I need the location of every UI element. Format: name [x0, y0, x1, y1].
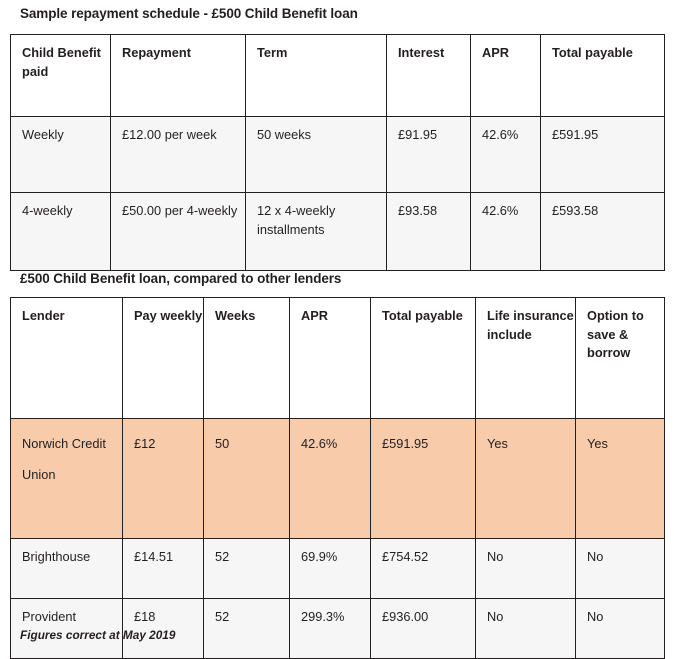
comparison-col-total-payable: Total payable — [370, 297, 476, 419]
schedule-col-term: Term — [245, 34, 387, 117]
schedule-col-total-payable: Total payable — [540, 34, 665, 117]
comparison-col-weeks: Weeks — [203, 297, 290, 419]
cell-weeks: 50 — [203, 418, 290, 539]
page-root: Sample repayment schedule - £500 Child B… — [0, 0, 674, 659]
repayment-schedule-table: Child Benefit paid Repayment Term Intere… — [10, 34, 665, 271]
schedule-table-body: Weekly £12.00 per week 50 weeks £91.95 4… — [10, 116, 665, 271]
comparison-table-title: £500 Child Benefit loan, compared to oth… — [20, 271, 342, 286]
comparison-header-row: Lender Pay weekly Weeks APR Total payabl… — [10, 297, 665, 419]
comparison-col-pay-weekly: Pay weekly — [122, 297, 204, 419]
table-row: Weekly £12.00 per week 50 weeks £91.95 4… — [10, 116, 665, 193]
comparison-col-lender: Lender — [10, 297, 123, 419]
cell-apr: 42.6% — [470, 192, 541, 271]
cell-lender: Brighthouse — [22, 549, 91, 564]
schedule-col-child-benefit-paid: Child Benefit paid — [10, 34, 111, 117]
schedule-col-interest: Interest — [386, 34, 471, 117]
cell-term: 50 weeks — [245, 116, 387, 193]
comparison-table-head: Lender Pay weekly Weeks APR Total payabl… — [10, 297, 665, 419]
cell-lender: Norwich Credit Union — [22, 436, 106, 483]
cell-apr: 42.6% — [289, 418, 371, 539]
lender-comparison-table: Lender Pay weekly Weeks APR Total payabl… — [10, 297, 665, 659]
cell-interest: £93.58 — [386, 192, 471, 271]
cell-child-benefit-paid: 4-weekly — [22, 203, 73, 218]
comparison-col-save-and-borrow: Option to save & borrow — [575, 297, 665, 419]
cell-life-insurance: No — [475, 538, 576, 599]
cell-total-payable: £591.95 — [540, 116, 665, 193]
cell-total-payable: £593.58 — [540, 192, 665, 271]
cell-save-and-borrow: No — [575, 538, 665, 599]
table-row: Brighthouse £14.51 52 69.9% £754.52 No N… — [10, 538, 665, 599]
table-row: 4-weekly £50.00 per 4-weekly 12 x 4-week… — [10, 192, 665, 271]
comparison-col-life-insurance: Life insurance include — [475, 297, 576, 419]
cell-life-insurance: Yes — [475, 418, 576, 539]
cell-repayment: £50.00 per 4-weekly — [110, 192, 246, 271]
cell-total-payable: £591.95 — [370, 418, 476, 539]
cell-term: 12 x 4-weekly installments — [245, 192, 387, 271]
cell-pay-weekly: £12 — [122, 418, 204, 539]
schedule-col-apr: APR — [470, 34, 541, 117]
cell-child-benefit-paid: Weekly — [22, 127, 64, 142]
cell-total-payable: £754.52 — [370, 538, 476, 599]
cell-repayment: £12.00 per week — [110, 116, 246, 193]
schedule-table-title: Sample repayment schedule - £500 Child B… — [20, 6, 358, 21]
comparison-col-apr: APR — [289, 297, 371, 419]
schedule-header-row: Child Benefit paid Repayment Term Intere… — [10, 34, 665, 117]
cell-pay-weekly: £14.51 — [122, 538, 204, 599]
comparison-table-body: Norwich Credit Union £12 50 42.6% £591.9… — [10, 418, 665, 659]
cell-apr: 69.9% — [289, 538, 371, 599]
schedule-table-head: Child Benefit paid Repayment Term Intere… — [10, 34, 665, 117]
cell-interest: £91.95 — [386, 116, 471, 193]
table-row-highlighted: Norwich Credit Union £12 50 42.6% £591.9… — [10, 418, 665, 539]
cell-apr: 42.6% — [470, 116, 541, 193]
figures-correct-note: Figures correct at May 2019 — [20, 628, 176, 642]
cell-weeks: 52 — [203, 538, 290, 599]
schedule-col-repayment: Repayment — [110, 34, 246, 117]
cell-save-and-borrow: Yes — [575, 418, 665, 539]
